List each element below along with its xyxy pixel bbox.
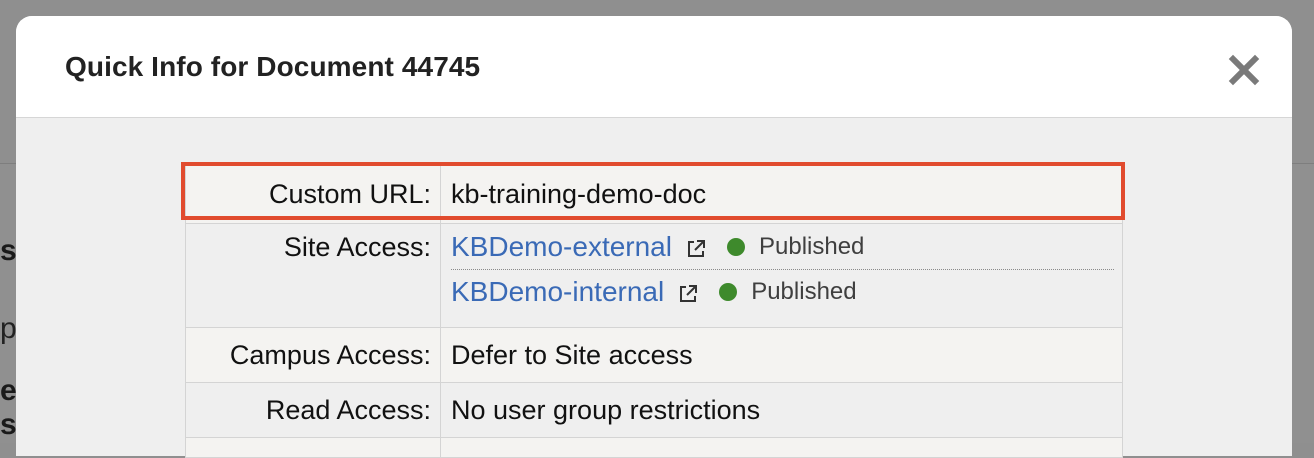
- read-access-label: Read Access:: [185, 382, 441, 438]
- close-x-icon: [1228, 54, 1260, 86]
- background-text-fragment: s: [0, 234, 17, 267]
- site-link-kbdemo-external[interactable]: KBDemo-external: [451, 231, 672, 263]
- campus-access-value: Defer to Site access: [440, 327, 1123, 383]
- published-status-dot: [726, 237, 745, 256]
- document-info-table: Custom URL: kb-training-demo-doc Site Ac…: [185, 164, 1123, 458]
- site-link-kbdemo-internal[interactable]: KBDemo-internal: [451, 276, 664, 308]
- site-access-entry: KBDemo-internal Published: [451, 270, 1114, 314]
- site-access-entry: KBDemo-external Published: [451, 224, 1114, 270]
- close-button[interactable]: [1224, 50, 1264, 90]
- background-text-fragment: p: [0, 312, 17, 345]
- site-access-label: Site Access:: [185, 223, 441, 328]
- table-row-site-access: Site Access: KBDemo-external Published K…: [185, 223, 1123, 328]
- table-row: [185, 437, 1123, 458]
- custom-url-value: kb-training-demo-doc: [440, 164, 1123, 224]
- dialog-title: Quick Info for Document 44745: [65, 51, 481, 82]
- custom-url-label: Custom URL:: [185, 164, 441, 224]
- external-link-icon[interactable]: [677, 281, 699, 303]
- site-status-text: Published: [751, 278, 857, 305]
- site-status-text: Published: [758, 232, 865, 260]
- read-access-value: No user group restrictions: [440, 382, 1123, 438]
- background-text-fragment: s: [0, 408, 17, 441]
- site-access-value: KBDemo-external Published KBDemo-interna…: [440, 223, 1123, 328]
- published-status-dot: [719, 283, 738, 301]
- dialog-header: Quick Info for Document 44745: [16, 16, 1292, 118]
- table-row-campus-access: Campus Access: Defer to Site access: [185, 327, 1123, 383]
- campus-access-label: Campus Access:: [185, 327, 441, 383]
- table-row-read-access: Read Access: No user group restrictions: [185, 382, 1123, 438]
- table-row-custom-url: Custom URL: kb-training-demo-doc: [185, 164, 1123, 224]
- external-link-icon[interactable]: [685, 236, 707, 258]
